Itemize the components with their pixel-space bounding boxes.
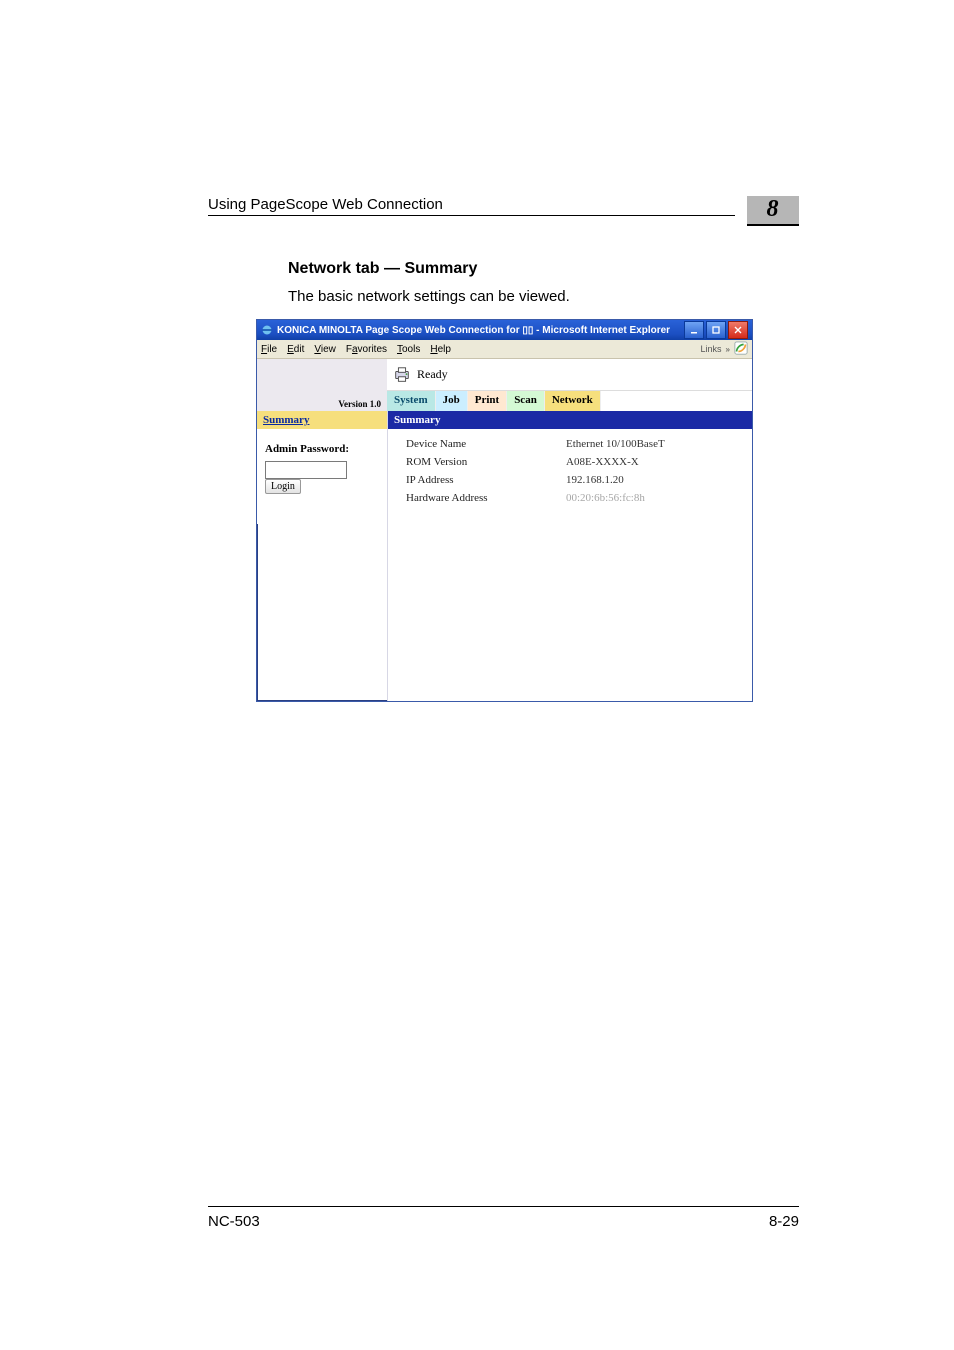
menu-help[interactable]: Help — [430, 344, 451, 355]
cell-value: 192.168.1.20 — [566, 471, 740, 489]
footer-page: 8-29 — [769, 1213, 799, 1230]
maximize-icon — [712, 326, 720, 334]
minimize-icon — [690, 326, 698, 334]
minimize-button[interactable] — [684, 321, 704, 339]
section-heading: Network tab — Summary — [288, 260, 799, 278]
cell-label: Device Name — [406, 435, 556, 453]
window-titlebar: KONICA MINOLTA Page Scope Web Connection… — [257, 320, 752, 340]
table-row: Hardware Address 00:20:6b:56:fc:8h — [406, 489, 740, 507]
cell-label: Hardware Address — [406, 489, 556, 507]
cell-label: IP Address — [406, 471, 556, 489]
login-button[interactable]: Login — [265, 479, 301, 494]
admin-password-input[interactable] — [265, 461, 347, 479]
table-row: IP Address 192.168.1.20 — [406, 471, 740, 489]
links-label[interactable]: Links — [701, 344, 722, 354]
cell-value: A08E-XXXX-X — [566, 453, 740, 471]
menu-edit[interactable]: Edit — [287, 344, 304, 355]
admin-password-label: Admin Password: — [265, 443, 379, 455]
browser-window: KONICA MINOLTA Page Scope Web Connection… — [256, 319, 753, 702]
footer-model: NC-503 — [208, 1213, 260, 1230]
ie-throbber-icon — [734, 341, 748, 357]
maximize-button[interactable] — [706, 321, 726, 339]
close-icon — [734, 326, 742, 334]
tab-scan[interactable]: Scan — [507, 391, 545, 411]
table-row: Device Name Ethernet 10/100BaseT — [406, 435, 740, 453]
close-button[interactable] — [728, 321, 748, 339]
menu-favorites[interactable]: Favorites — [346, 344, 387, 355]
window-title: KONICA MINOLTA Page Scope Web Connection… — [277, 325, 670, 336]
tab-job[interactable]: Job — [436, 391, 468, 411]
tab-system[interactable]: System — [387, 391, 436, 411]
running-header: Using PageScope Web Connection — [208, 196, 735, 216]
summary-table: Device Name Ethernet 10/100BaseT ROM Ver… — [388, 429, 752, 511]
cell-value: 00:20:6b:56:fc:8h — [566, 489, 740, 507]
tab-print[interactable]: Print — [468, 391, 507, 411]
table-row: ROM Version A08E-XXXX-X — [406, 453, 740, 471]
links-chevron-icon[interactable]: » — [726, 345, 730, 354]
chapter-number-badge: 8 — [747, 196, 799, 226]
menu-file[interactable]: File — [261, 344, 277, 355]
top-tabs: System Job Print Scan Network — [387, 390, 752, 411]
menu-tools[interactable]: Tools — [397, 344, 420, 355]
cell-label: ROM Version — [406, 453, 556, 471]
printer-icon — [393, 366, 411, 384]
version-label: Version 1.0 — [338, 399, 381, 409]
section-intro: The basic network settings can be viewed… — [288, 288, 799, 305]
browser-menubar: File Edit View Favorites Tools Help Link… — [257, 340, 752, 359]
side-link-summary[interactable]: Summary — [257, 411, 387, 429]
tab-network[interactable]: Network — [545, 391, 601, 411]
device-status: Ready — [417, 367, 448, 382]
menu-view[interactable]: View — [314, 344, 336, 355]
ie-icon — [261, 324, 273, 336]
brand-sidebar-top: Version 1.0 — [257, 359, 387, 411]
panel-title: Summary — [388, 411, 752, 429]
cell-value: Ethernet 10/100BaseT — [566, 435, 740, 453]
